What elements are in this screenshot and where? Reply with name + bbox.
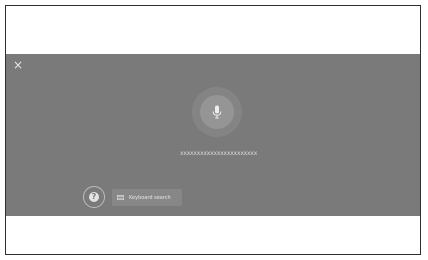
keyboard-search-label: Keyboard search: [129, 194, 171, 201]
help-button[interactable]: ?: [83, 186, 105, 208]
keyboard-icon: [117, 195, 124, 200]
close-icon: ×: [12, 58, 24, 72]
close-button[interactable]: ×: [12, 59, 24, 71]
keyboard-search-button[interactable]: Keyboard search: [112, 189, 182, 206]
microphone-icon: [212, 105, 222, 119]
app-window: × xxxxxxxxxxxxxxxxxxxxxxx ? Keyboard sea…: [5, 5, 421, 255]
voice-search-overlay: × xxxxxxxxxxxxxxxxxxxxxxx ? Keyboard sea…: [6, 54, 420, 216]
voice-prompt-text: xxxxxxxxxxxxxxxxxxxxxxx: [180, 150, 258, 157]
help-icon: ?: [89, 192, 99, 202]
microphone-button[interactable]: [200, 95, 234, 129]
